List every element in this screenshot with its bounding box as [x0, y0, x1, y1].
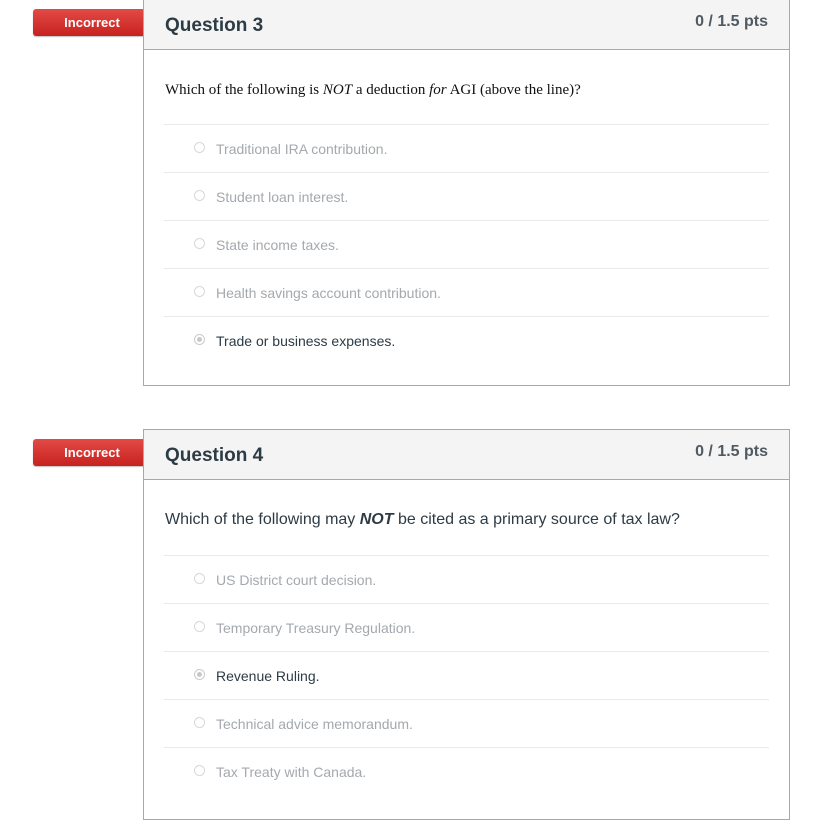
incorrect-badge-label: Incorrect — [64, 445, 120, 460]
incorrect-badge: Incorrect — [33, 439, 158, 466]
answer-option[interactable]: Temporary Treasury Regulation. — [164, 604, 769, 652]
answer-option[interactable]: Traditional IRA contribution. — [164, 125, 769, 173]
answer-label: Traditional IRA contribution. — [216, 141, 388, 157]
answer-label: Temporary Treasury Regulation. — [216, 620, 416, 636]
question-header: Question 4 0 / 1.5 pts — [144, 430, 789, 480]
answer-option[interactable]: Student loan interest. — [164, 173, 769, 221]
answer-label: Tax Treaty with Canada. — [216, 764, 367, 780]
answer-option-selected[interactable]: Trade or business expenses. — [164, 317, 769, 364]
question-3: Question 3 0 / 1.5 pts Which of the foll… — [143, 0, 790, 386]
emphasis-not: NOT — [359, 511, 394, 528]
answer-label: Technical advice memorandum. — [216, 716, 413, 732]
radio-button[interactable] — [194, 142, 205, 153]
radio-button[interactable] — [194, 717, 205, 728]
radio-button[interactable] — [194, 765, 205, 776]
answer-option[interactable]: Technical advice memorandum. — [164, 700, 769, 748]
answer-label: Student loan interest. — [216, 189, 349, 205]
emphasis-for: for — [429, 82, 447, 98]
question-points: 0 / 1.5 pts — [695, 13, 768, 30]
radio-button[interactable] — [194, 286, 205, 297]
answer-label: Trade or business expenses. — [216, 333, 396, 349]
question-text: Which of the following is NOT a deductio… — [164, 50, 769, 125]
question-title: Question 3 — [165, 15, 264, 36]
radio-button-checked[interactable] — [194, 334, 205, 345]
answer-option[interactable]: US District court decision. — [164, 556, 769, 604]
radio-button[interactable] — [194, 573, 205, 584]
radio-button-checked[interactable] — [194, 669, 205, 680]
radio-button[interactable] — [194, 190, 205, 201]
answer-option[interactable]: Health savings account contribution. — [164, 269, 769, 317]
question-title: Question 4 — [165, 445, 264, 466]
emphasis-not: NOT — [322, 82, 353, 98]
answer-label: Health savings account contribution. — [216, 285, 441, 301]
radio-button[interactable] — [194, 238, 205, 249]
answer-option-selected[interactable]: Revenue Ruling. — [164, 652, 769, 700]
answer-option[interactable]: Tax Treaty with Canada. — [164, 748, 769, 795]
radio-button[interactable] — [194, 621, 205, 632]
question-points: 0 / 1.5 pts — [695, 443, 768, 460]
answer-label: Revenue Ruling. — [216, 668, 320, 684]
question-text: Which of the following may NOT be cited … — [164, 480, 769, 556]
answer-option[interactable]: State income taxes. — [164, 221, 769, 269]
incorrect-badge-label: Incorrect — [64, 15, 120, 30]
question-4: Question 4 0 / 1.5 pts Which of the foll… — [143, 429, 790, 820]
question-header: Question 3 0 / 1.5 pts — [144, 0, 789, 50]
answer-label: US District court decision. — [216, 572, 377, 588]
incorrect-badge: Incorrect — [33, 9, 158, 36]
answer-label: State income taxes. — [216, 237, 339, 253]
